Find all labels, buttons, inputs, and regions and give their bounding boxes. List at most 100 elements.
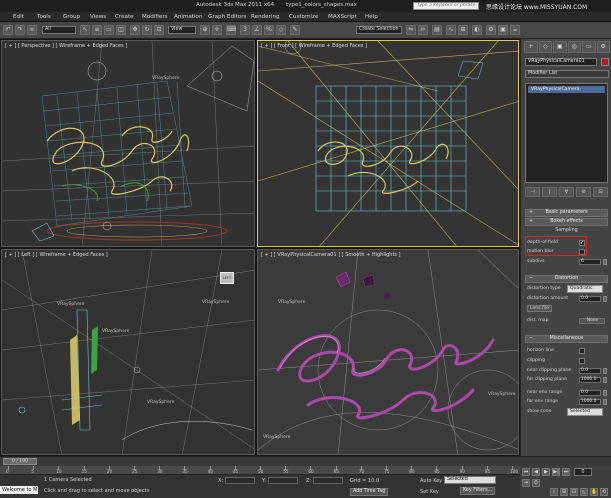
menu-rendering[interactable]: Rendering xyxy=(251,14,280,20)
z-coord[interactable]: Z: xyxy=(306,477,344,485)
object-name-field[interactable]: VRayPhysicalCamera01 xyxy=(525,58,597,66)
viewport-label[interactable]: [ + ] [ Front ] [ Wireframe + Edged Face… xyxy=(261,43,367,49)
keyboard-shortcut-icon[interactable]: ⌨ xyxy=(226,25,236,35)
set-key-label[interactable]: Set Key xyxy=(420,489,439,495)
render-production-icon[interactable]: ☕ xyxy=(510,25,520,35)
far-clip-field[interactable]: 1000.0 xyxy=(579,377,601,383)
display-tab[interactable]: ▭ xyxy=(582,41,596,53)
scale-icon[interactable]: ⊡ xyxy=(154,25,164,35)
motion-tab[interactable]: ◎ xyxy=(567,41,581,53)
viewport-label[interactable]: [ + ] [ Perspective ] [ Wireframe + Edge… xyxy=(5,43,127,49)
select-object-icon[interactable]: ↖ xyxy=(80,25,90,35)
named-selection-dropdown[interactable]: Create Selection xyxy=(356,26,402,34)
modifier-stack[interactable]: VRayPhysicalCamera xyxy=(525,83,608,183)
maxscript-listener-field[interactable]: Welcome to M xyxy=(0,486,38,494)
time-slider[interactable]: 0 / 100 xyxy=(0,456,611,466)
select-by-name-icon[interactable]: ≡ xyxy=(92,25,102,35)
spinner-snap-icon[interactable]: ◇ xyxy=(276,25,286,35)
link-icon[interactable]: ∞ xyxy=(27,25,37,35)
select-manipulate-icon[interactable]: ✛ xyxy=(212,25,222,35)
orbit-icon[interactable]: ⟲ xyxy=(600,488,608,496)
create-tab[interactable]: + xyxy=(524,41,538,53)
ref-coord-dropdown[interactable]: View xyxy=(168,26,196,34)
previous-frame-icon[interactable]: ◀ xyxy=(532,468,540,476)
selection-filter-dropdown[interactable]: All xyxy=(42,26,76,34)
object-color-swatch[interactable] xyxy=(601,58,609,66)
menu-modifiers[interactable]: Modifiers xyxy=(142,14,168,20)
show-end-result-button[interactable]: | xyxy=(542,187,557,197)
viewport-label[interactable]: [ + ] [ VRayPhysicalCamera01 ] [ Smooth … xyxy=(261,252,401,258)
rotate-icon[interactable]: ↻ xyxy=(142,25,152,35)
zoom-icon[interactable]: ⌕ xyxy=(550,488,558,496)
snap-3d-icon[interactable]: 3 xyxy=(240,25,250,35)
undo-icon[interactable]: ↶ xyxy=(3,25,13,35)
key-filters-button[interactable]: Key Filters... xyxy=(460,487,496,495)
go-to-end-icon[interactable]: ⏭ xyxy=(562,468,570,476)
near-env-field[interactable]: 0.0 xyxy=(579,390,601,396)
rollout-miscellaneous[interactable]: − Miscellaneous xyxy=(525,335,608,343)
add-time-tag-button[interactable]: Add Time Tag xyxy=(350,488,389,496)
percent-snap-icon[interactable]: % xyxy=(264,25,274,35)
window-crossing-icon[interactable]: ◫ xyxy=(116,25,126,35)
menu-graph-editors[interactable]: Graph Editors xyxy=(208,14,246,20)
configure-sets-button[interactable]: ⊡ xyxy=(593,187,608,197)
near-clip-field[interactable]: 0.0 xyxy=(579,368,601,374)
depth-of-field-checkbox[interactable]: ✔ xyxy=(579,240,585,246)
menu-animation[interactable]: Animation xyxy=(174,14,203,20)
redo-icon[interactable]: ↷ xyxy=(15,25,25,35)
rollout-distortion[interactable]: − Distortion xyxy=(525,275,608,283)
edit-named-selection-icon[interactable]: ✎ xyxy=(290,25,300,35)
mirror-icon[interactable]: ⇋ xyxy=(406,25,416,35)
near-clip-spinner[interactable] xyxy=(603,368,607,374)
modifier-list-dropdown[interactable]: Modifier List xyxy=(525,70,609,78)
menu-maxscript[interactable]: MAXScript xyxy=(328,14,357,20)
menu-create[interactable]: Create xyxy=(115,14,134,20)
track-bar[interactable]: 0 5 10 15 20 25 30 35 40 45 50 55 60 65 70 75 80 85 90 95 10… xyxy=(0,466,520,475)
material-editor-icon[interactable]: ◐ xyxy=(472,25,482,35)
schematic-view-icon[interactable]: ⊞ xyxy=(458,25,468,35)
distortion-type-dropdown[interactable]: Quadratic xyxy=(567,285,603,293)
viewport-label[interactable]: [ + ] [ Left ] [ Wireframe + Edged Faces… xyxy=(5,252,108,258)
menu-views[interactable]: Views xyxy=(90,14,106,20)
rendered-frame-icon[interactable]: ▣ xyxy=(498,25,508,35)
clipping-checkbox[interactable] xyxy=(579,358,585,364)
near-env-spinner[interactable] xyxy=(603,390,607,396)
menu-customize[interactable]: Customize xyxy=(289,14,318,20)
current-frame-field[interactable]: 0 xyxy=(574,468,592,476)
viewport-front[interactable]: [ + ] [ Front ] [ Wireframe + Edged Face… xyxy=(257,40,519,247)
far-env-field[interactable]: 1000.0 xyxy=(579,399,601,405)
hierarchy-tab[interactable]: ▣ xyxy=(553,41,567,53)
zoom-extents-icon[interactable]: ⊡ xyxy=(570,488,578,496)
key-mode-icon[interactable]: ⇥ xyxy=(522,479,530,487)
angle-snap-icon[interactable]: ∠ xyxy=(252,25,262,35)
curve-editor-icon[interactable]: ∿ xyxy=(446,25,456,35)
horizon-line-checkbox[interactable] xyxy=(579,348,585,354)
subdivs-field[interactable]: 6 xyxy=(579,259,601,265)
auto-key-label[interactable]: Auto Key xyxy=(420,478,442,484)
utilities-tab[interactable]: ⚙ xyxy=(596,41,610,53)
align-icon[interactable]: ⊨ xyxy=(418,25,428,35)
distortion-amount-field[interactable]: 0.0 xyxy=(579,296,601,302)
fov-icon[interactable]: ◺ xyxy=(580,488,588,496)
time-config-icon[interactable]: ⏱ xyxy=(532,479,540,487)
pin-stack-button[interactable]: ⊣ xyxy=(525,187,540,197)
far-clip-spinner[interactable] xyxy=(603,377,607,383)
menu-help[interactable]: Help xyxy=(365,14,378,20)
remove-modifier-button[interactable]: ⊘ xyxy=(576,187,591,197)
viewcube[interactable]: LEFT xyxy=(220,272,234,284)
motion-blur-checkbox[interactable] xyxy=(579,249,585,255)
layer-manager-icon[interactable]: ▤ xyxy=(432,25,442,35)
y-coord[interactable]: Y: xyxy=(262,477,299,485)
viewport-left[interactable]: [ + ] [ Left ] [ Wireframe + Edged Faces… xyxy=(1,249,255,455)
time-slider-thumb[interactable]: 0 / 100 xyxy=(3,458,37,465)
key-set-dropdown[interactable]: Selected xyxy=(444,476,496,484)
zoom-all-icon[interactable]: ⊞ xyxy=(560,488,568,496)
menu-edit[interactable]: Edit xyxy=(13,14,24,20)
pan-icon[interactable]: ✋ xyxy=(590,488,598,496)
far-env-spinner[interactable] xyxy=(603,399,607,405)
rect-selection-icon[interactable]: ▭ xyxy=(104,25,114,35)
show-cone-dropdown[interactable]: Selected xyxy=(567,408,603,416)
search-input[interactable]: Type a keyword or phrase xyxy=(413,2,479,10)
rollout-bokeh-effects[interactable]: + Bokeh effects xyxy=(525,218,608,226)
move-icon[interactable]: ✥ xyxy=(130,25,140,35)
